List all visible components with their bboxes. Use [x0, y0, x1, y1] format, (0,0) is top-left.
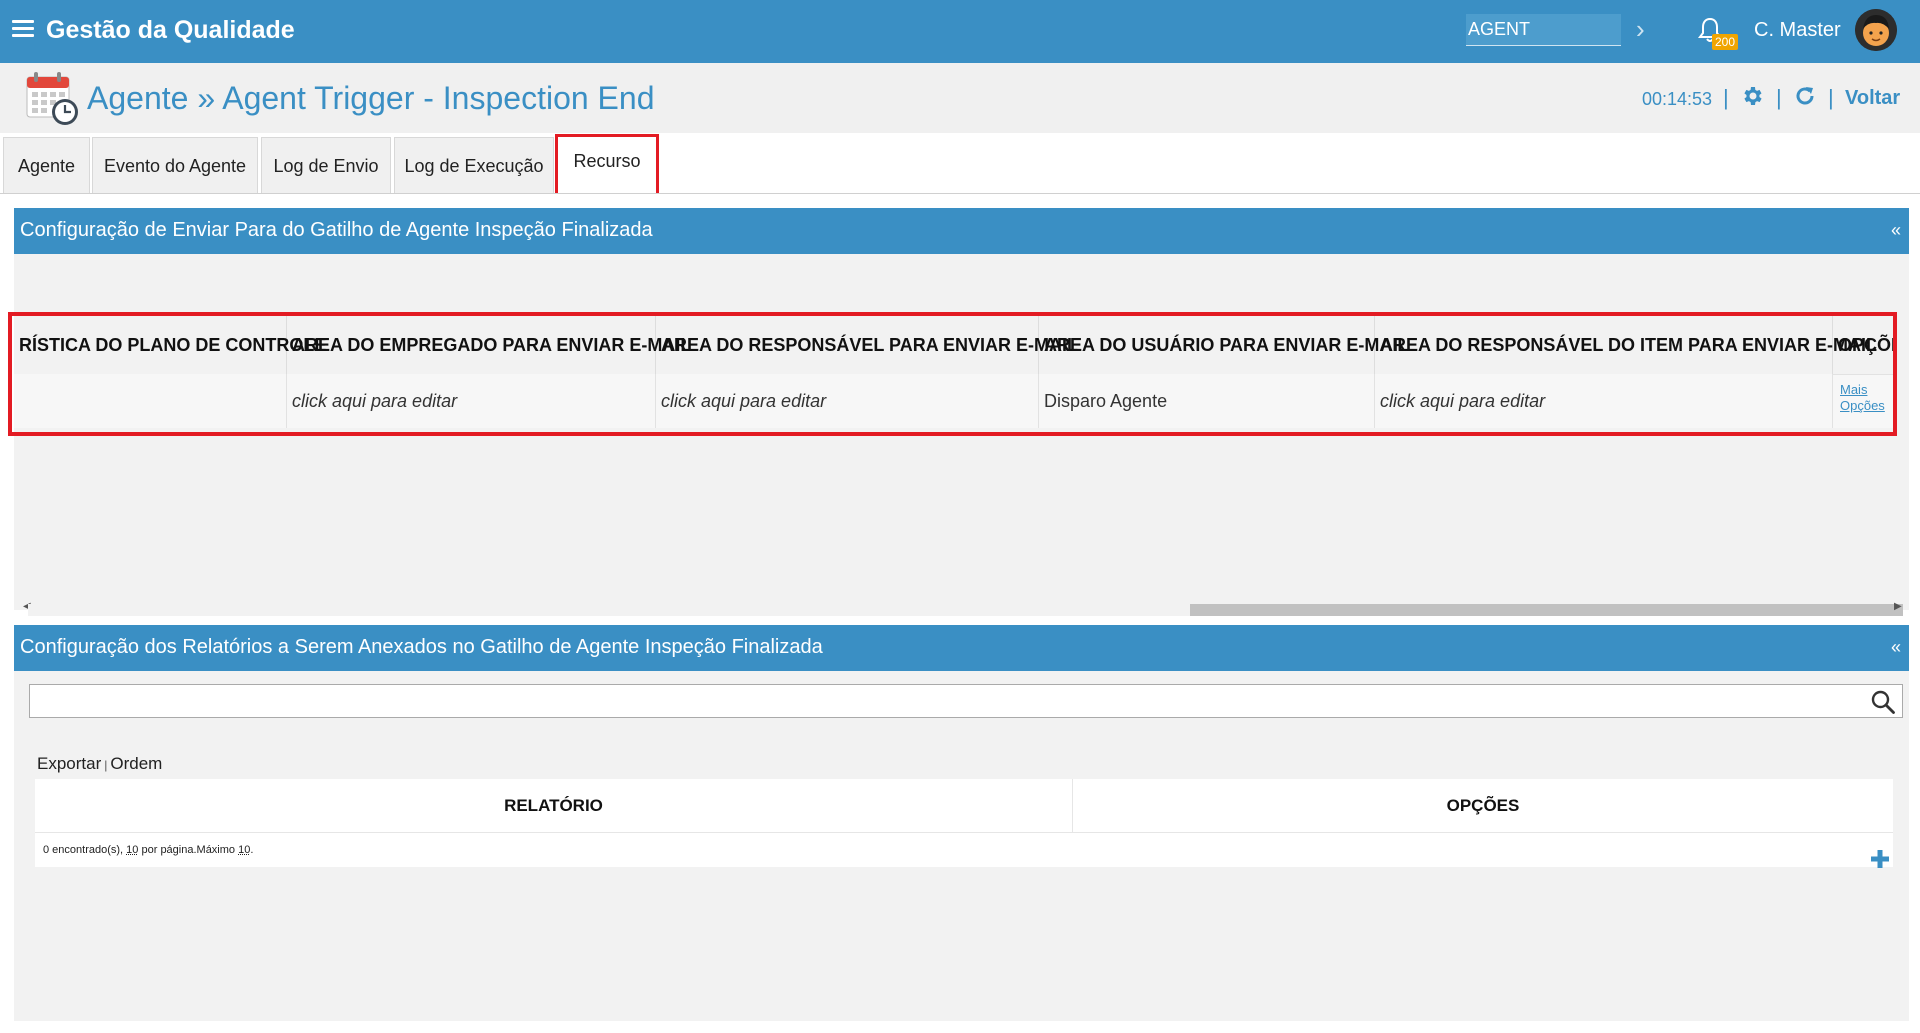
user-name[interactable]: C. Master	[1754, 19, 1841, 42]
page-title: Agente » Agent Trigger - Inspection End	[87, 80, 655, 116]
per-page-count[interactable]: 10	[126, 844, 138, 856]
session-timer: 00:14:53	[1642, 89, 1713, 109]
back-link[interactable]: Voltar	[1845, 87, 1900, 110]
scroll-thumb[interactable]	[1190, 604, 1903, 616]
scroll-right-icon[interactable]: ▶	[1894, 601, 1902, 612]
pagination-info: 0 encontrado(s), 10 por página.Máximo 10…	[35, 833, 1893, 867]
divider: |	[104, 758, 108, 772]
top-bar: Gestão da Qualidade AGENT › 200 C. Maste…	[0, 0, 1920, 63]
content-area: Configuração de Enviar Para do Gatilho d…	[0, 193, 1920, 1033]
column-header: OPÇÕES	[1446, 796, 1520, 815]
avatar[interactable]	[1855, 9, 1897, 51]
tab-agente[interactable]: Agente	[3, 137, 90, 193]
calendar-clock-icon	[26, 72, 78, 125]
divider: |	[1723, 85, 1729, 110]
add-icon[interactable]	[1869, 848, 1891, 870]
found-count: 0 encontrado(s),	[43, 844, 124, 856]
notification-badge: 200	[1712, 34, 1739, 50]
panel-header: Configuração de Enviar Para do Gatilho d…	[14, 208, 1909, 254]
reports-grid: RELATÓRIO OPÇÕES 0 encontrado(s), 10 por…	[35, 779, 1893, 867]
refresh-icon[interactable]	[1793, 84, 1817, 108]
tab-evento-do-agente[interactable]: Evento do Agente	[92, 137, 258, 193]
search-icon[interactable]	[1870, 689, 1896, 715]
highlight-box	[8, 312, 1897, 436]
divider: |	[1776, 85, 1782, 110]
export-link[interactable]: Exportar	[37, 754, 101, 773]
hamburger-menu-icon[interactable]	[12, 20, 34, 38]
search-input[interactable]	[29, 684, 1903, 718]
title-bar: Agente » Agent Trigger - Inspection End …	[0, 63, 1920, 133]
tab-bar: Agente Evento do Agente Log de Envio Log…	[0, 133, 1920, 196]
per-page-text: por página.Máximo	[141, 844, 236, 856]
collapse-icon[interactable]: «	[1891, 637, 1901, 658]
chevron-right-icon[interactable]: ›	[1636, 14, 1645, 45]
column-header[interactable]: RELATÓRIO	[35, 779, 1073, 833]
horizontal-scrollbar[interactable]: ◀ ▶	[14, 601, 1903, 616]
avatar-face-icon	[1855, 9, 1897, 51]
tab-log-de-execucao[interactable]: Log de Execução	[394, 137, 554, 193]
collapse-icon[interactable]: «	[1891, 220, 1901, 241]
max-count[interactable]: 10	[238, 844, 250, 856]
panel-title: Configuração de Enviar Para do Gatilho d…	[20, 219, 653, 241]
panel-title: Configuração dos Relatórios a Serem Anex…	[20, 636, 823, 658]
grid-toolbar: Exportar | Ordem	[37, 754, 162, 774]
tab-recurso[interactable]: Recurso	[555, 134, 659, 196]
agent-select[interactable]: AGENT	[1466, 14, 1621, 46]
order-link[interactable]: Ordem	[110, 754, 162, 773]
footer-dot: .	[250, 844, 254, 856]
divider: |	[1828, 85, 1834, 110]
gear-icon[interactable]	[1740, 84, 1764, 108]
app-title: Gestão da Qualidade	[46, 16, 295, 44]
tab-log-de-envio[interactable]: Log de Envio	[261, 137, 391, 193]
panel-header: Configuração dos Relatórios a Serem Anex…	[14, 625, 1909, 671]
header-row: RELATÓRIO OPÇÕES	[35, 779, 1893, 833]
